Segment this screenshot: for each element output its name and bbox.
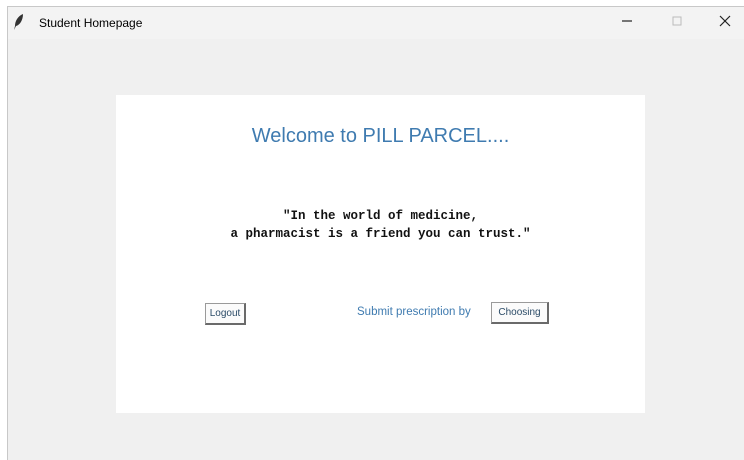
main-panel: Welcome to PILL PARCEL.... "In the world… bbox=[116, 95, 645, 413]
quote-line-2: a pharmacist is a friend you can trust." bbox=[230, 227, 531, 241]
welcome-heading: Welcome to PILL PARCEL.... bbox=[251, 125, 510, 147]
app-window: Student Homepage Welcome to PILL PARCEL.… bbox=[7, 6, 744, 460]
close-button[interactable] bbox=[702, 7, 744, 39]
logout-button[interactable]: Logout bbox=[205, 303, 246, 325]
feather-icon bbox=[12, 13, 26, 31]
maximize-icon bbox=[671, 14, 683, 32]
minimize-button[interactable] bbox=[604, 7, 650, 39]
quote-text: "In the world of medicine, a pharmacist … bbox=[116, 207, 645, 243]
submit-prescription-label: Submit prescription by bbox=[357, 306, 471, 318]
quote-line-1: "In the world of medicine, bbox=[282, 209, 479, 223]
close-icon bbox=[719, 14, 731, 32]
minimize-icon bbox=[621, 14, 633, 32]
window-title: Student Homepage bbox=[39, 16, 143, 30]
choosing-button[interactable]: Choosing bbox=[491, 302, 549, 324]
title-bar[interactable]: Student Homepage bbox=[8, 7, 744, 39]
maximize-button[interactable] bbox=[654, 7, 700, 39]
